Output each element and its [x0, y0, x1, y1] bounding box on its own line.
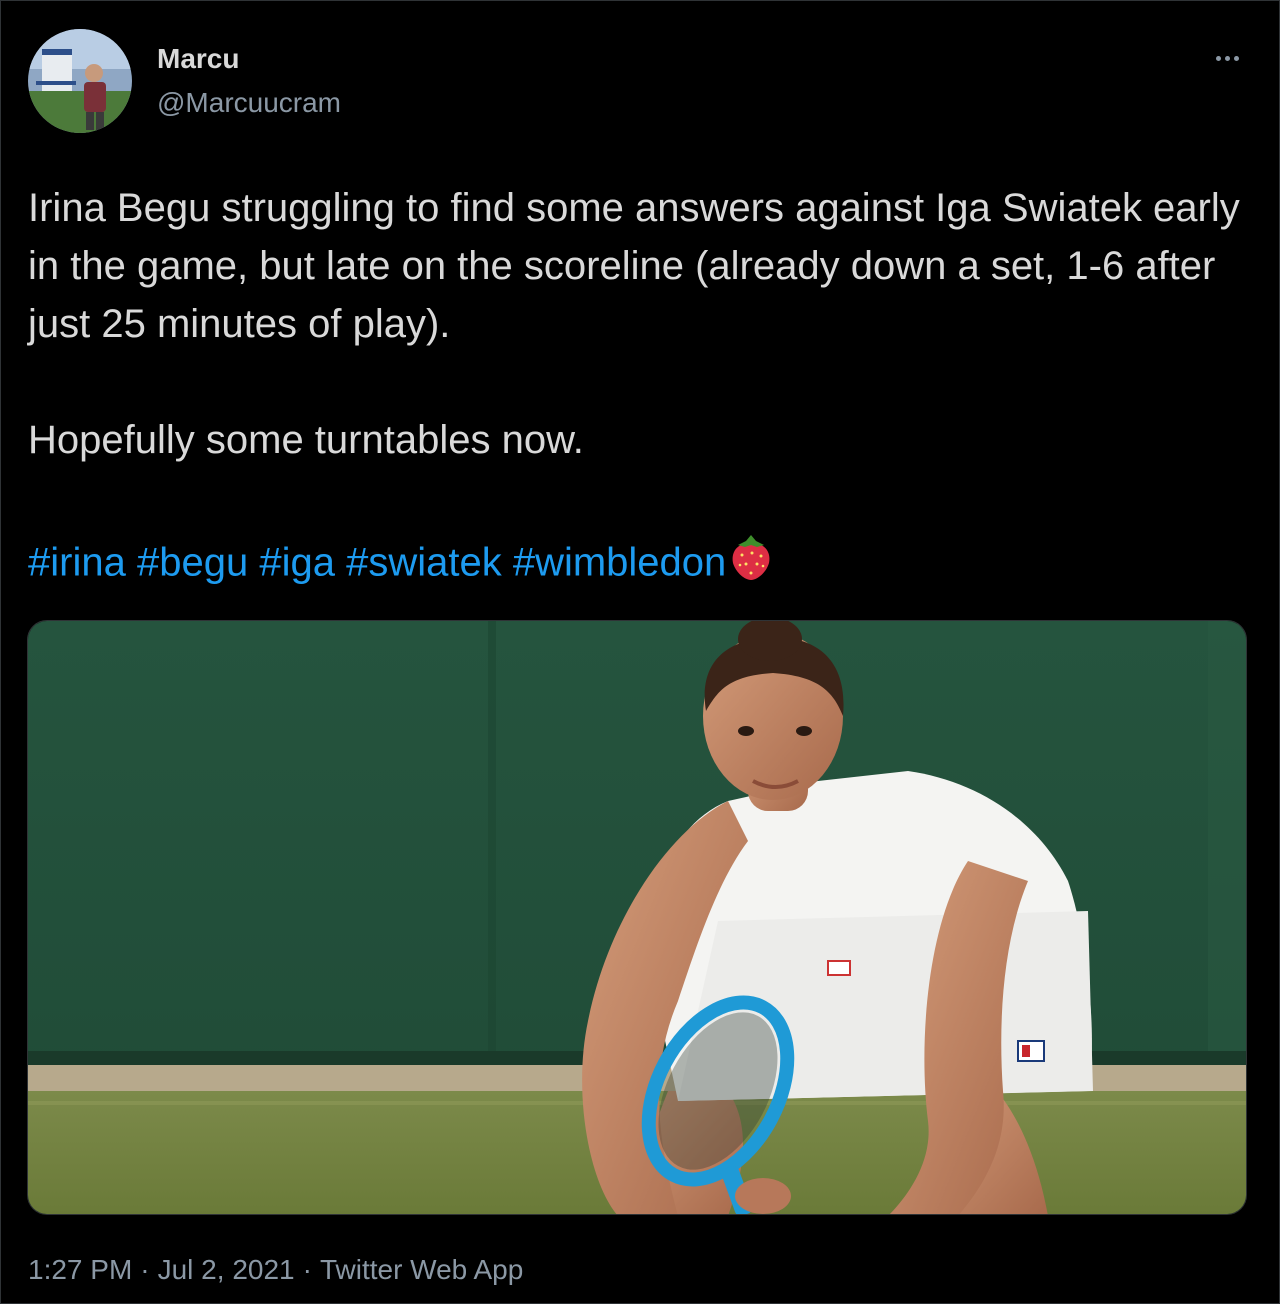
hashtag-link[interactable]: #wimbledon	[513, 541, 726, 585]
tweet-metadata: 1:27 PM · Jul 2, 2021 · Twitter Web App	[28, 1254, 523, 1286]
strawberry-emoji-icon	[728, 533, 774, 597]
tweet-paragraph: Irina Begu struggling to find some answe…	[28, 186, 1240, 346]
tweet-source[interactable]: Twitter Web App	[320, 1254, 523, 1286]
author-display-name[interactable]: Marcu	[157, 43, 239, 75]
more-options-icon[interactable]	[1205, 43, 1249, 73]
tweet-text: Irina Begu struggling to find some answe…	[28, 179, 1248, 469]
hashtag-link[interactable]: #irina	[28, 541, 126, 585]
tweet-paragraph: Hopefully some turntables now.	[28, 418, 584, 462]
hashtag-link[interactable]: #swiatek	[346, 541, 502, 585]
tweet-card: Marcu @Marcuucram Irina Begu struggling …	[0, 0, 1280, 1304]
tennis-player-photo	[28, 621, 1246, 1214]
tweet-time[interactable]: 1:27 PM	[28, 1254, 132, 1286]
hashtag-link[interactable]: #begu	[137, 541, 248, 585]
author-avatar[interactable]	[28, 29, 132, 133]
hashtag-link[interactable]: #iga	[259, 541, 335, 585]
tweet-media-image[interactable]	[27, 620, 1247, 1215]
meta-separator: ·	[302, 1254, 312, 1285]
more-dot	[1233, 55, 1239, 61]
more-dot	[1224, 55, 1230, 61]
author-handle[interactable]: @Marcuucram	[157, 87, 341, 119]
hashtag-list: #irina #begu #iga #swiatek #wimbledon	[28, 533, 774, 597]
tweet-date[interactable]: Jul 2, 2021	[158, 1254, 295, 1286]
more-dot	[1215, 55, 1221, 61]
meta-separator: ·	[140, 1254, 150, 1285]
